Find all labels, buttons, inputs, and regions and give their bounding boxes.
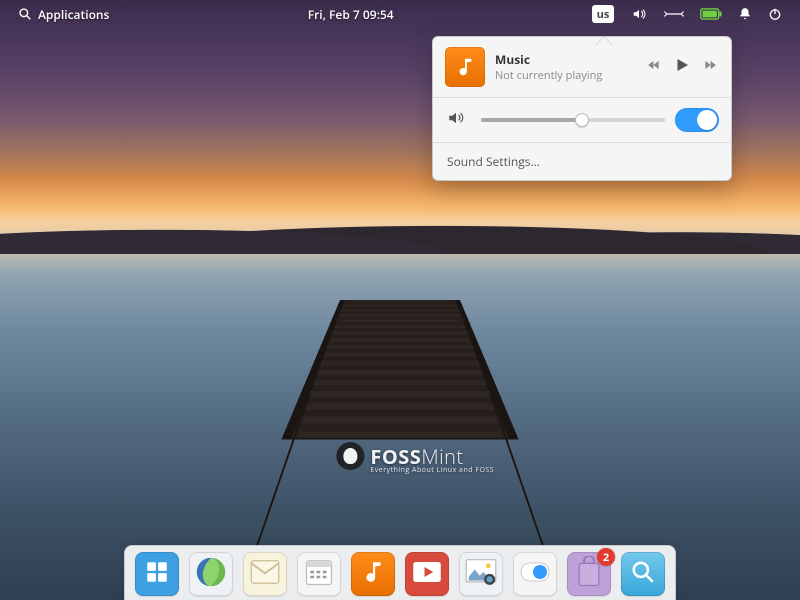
dock-app-search[interactable]	[621, 552, 665, 596]
sound-settings-label: Sound Settings…	[447, 153, 540, 170]
applications-menu[interactable]: Applications	[10, 0, 117, 28]
badge: 2	[597, 548, 615, 566]
network-indicator[interactable]	[656, 0, 692, 28]
media-title: Music	[495, 51, 602, 68]
multitasking-icon	[144, 559, 170, 590]
notifications-indicator[interactable]	[730, 0, 760, 28]
volume-row	[433, 98, 731, 142]
dock-app-mail[interactable]	[243, 552, 287, 596]
volume-slider[interactable]	[481, 118, 665, 122]
penguin-icon	[336, 442, 364, 470]
skip-forward-icon	[701, 58, 719, 72]
keyboard-layout-badge: us	[592, 5, 614, 23]
watermark-logo: FOSSMint Everything About Linux and FOSS	[336, 442, 463, 470]
output-toggle[interactable]	[675, 108, 719, 132]
media-player-row: Music Not currently playing	[433, 37, 731, 97]
clock-text: Fri, Feb 7 09:54	[308, 6, 394, 23]
media-status: Not currently playing	[495, 68, 602, 83]
music-icon	[360, 559, 386, 590]
previous-button[interactable]	[645, 58, 663, 76]
dock-app-calendar[interactable]	[297, 552, 341, 596]
clock[interactable]: Fri, Feb 7 09:54	[294, 0, 408, 28]
keyboard-layout-indicator[interactable]: us	[584, 0, 622, 28]
session-indicator[interactable]	[760, 0, 790, 28]
dock-app-multitasking[interactable]	[135, 552, 179, 596]
applications-label: Applications	[38, 6, 109, 23]
play-button[interactable]	[673, 55, 691, 79]
mail-icon	[250, 559, 280, 590]
photos-icon	[465, 558, 497, 591]
music-app-icon	[445, 47, 485, 87]
power-icon	[768, 7, 782, 21]
volume-icon	[630, 7, 648, 21]
dock-app-videos[interactable]	[405, 552, 449, 596]
videos-icon	[412, 560, 442, 589]
search-icon	[630, 559, 656, 590]
dock: 2	[124, 545, 676, 600]
switchboard-icon	[520, 562, 550, 587]
dock-app-web-browser[interactable]	[189, 552, 233, 596]
skip-back-icon	[645, 58, 663, 72]
sound-settings-link[interactable]: Sound Settings…	[433, 143, 731, 180]
next-button[interactable]	[701, 58, 719, 76]
dock-app-music[interactable]	[351, 552, 395, 596]
wallpaper-mountains	[0, 214, 800, 254]
battery-icon	[700, 8, 722, 20]
play-icon	[673, 55, 691, 75]
bell-icon	[738, 6, 752, 22]
top-panel: Applications Fri, Feb 7 09:54 us	[0, 0, 800, 28]
dock-app-photos[interactable]	[459, 552, 503, 596]
battery-indicator[interactable]	[692, 0, 730, 28]
search-icon	[18, 7, 32, 21]
sound-popover: Music Not currently playing Sound Settin…	[432, 36, 732, 181]
network-icon	[664, 8, 684, 20]
dock-app-switchboard[interactable]	[513, 552, 557, 596]
volume-icon	[445, 109, 467, 131]
dock-app-app-center[interactable]: 2	[567, 552, 611, 596]
web-browser-icon	[194, 555, 228, 594]
calendar-icon	[304, 557, 334, 592]
sound-indicator[interactable]	[622, 0, 656, 28]
